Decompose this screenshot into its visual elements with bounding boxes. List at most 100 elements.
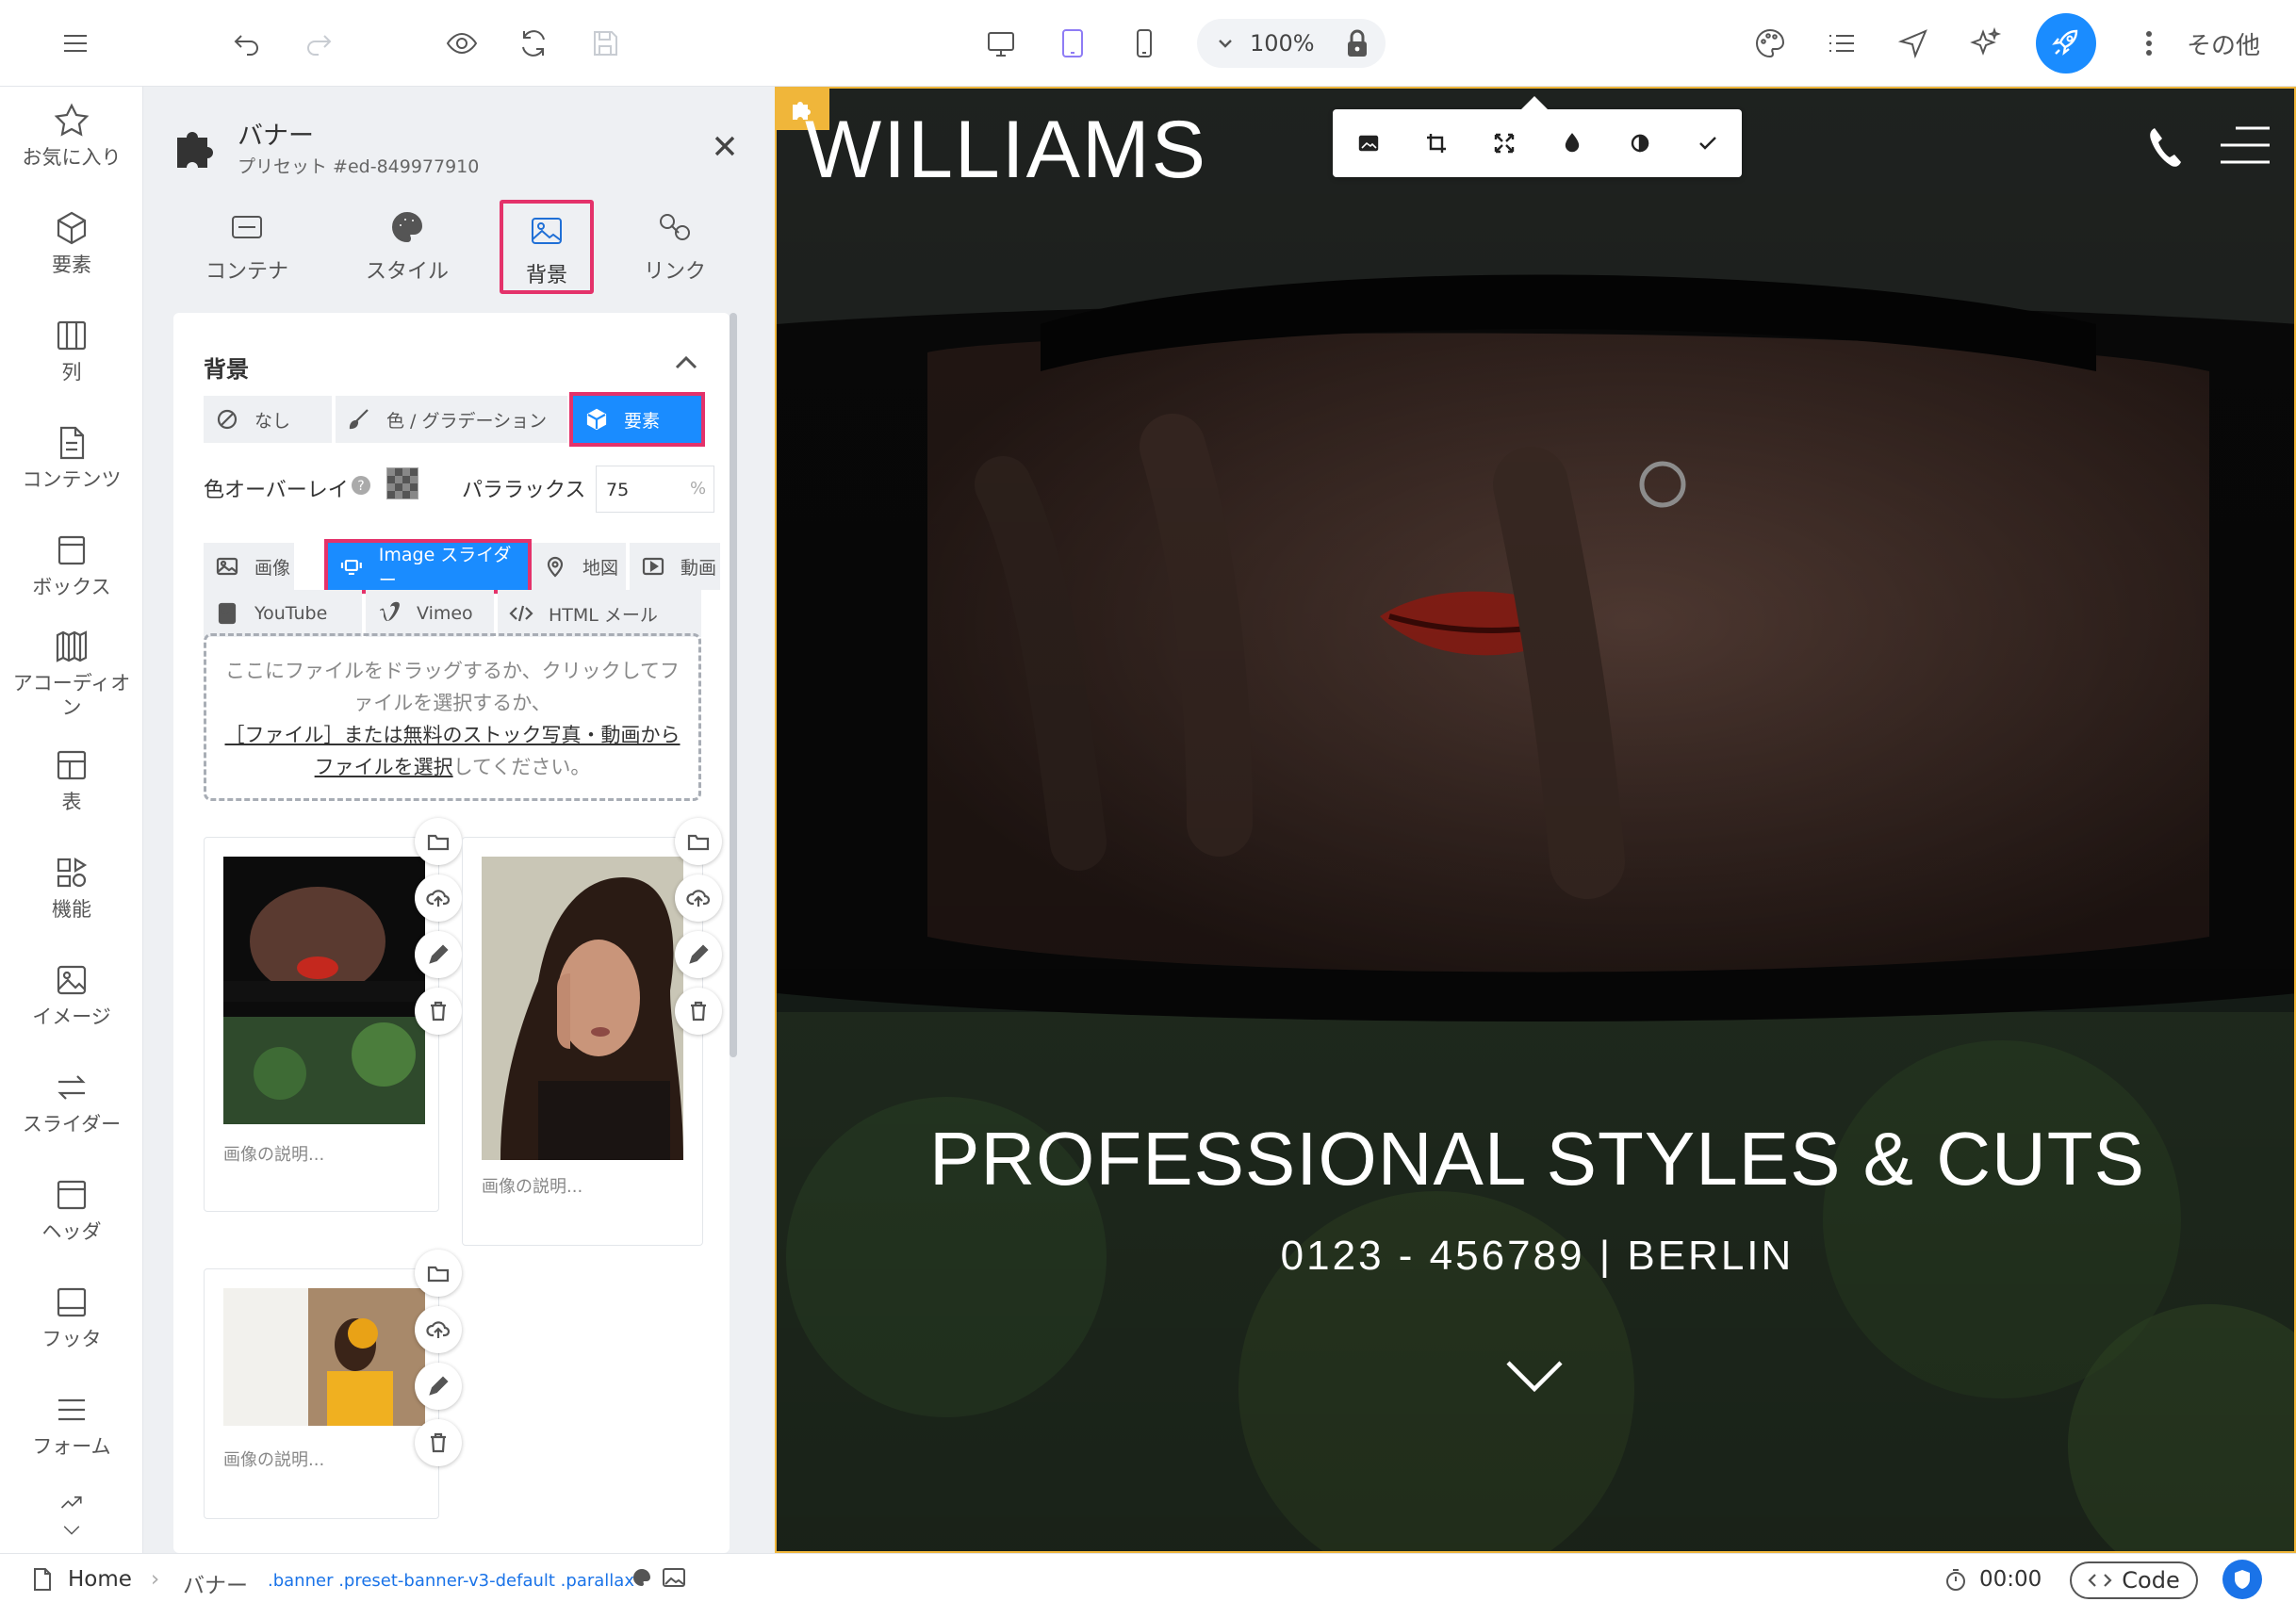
confirm-check-icon[interactable]	[1691, 126, 1725, 160]
slide-thumbnail[interactable]: 画像の説明...	[204, 837, 439, 1212]
element-type-html[interactable]: HTML メール	[498, 590, 701, 637]
slide-caption[interactable]: 画像の説明...	[223, 1447, 324, 1471]
bg-mode-none[interactable]: なし	[204, 396, 332, 443]
site-menu-icon[interactable]	[2217, 124, 2271, 168]
drop-blur-icon[interactable]	[1555, 126, 1589, 160]
rail-item-label: 要素	[52, 253, 91, 276]
rail-item-table[interactable]: 表	[0, 746, 143, 814]
overlay-color-swatch[interactable]	[386, 467, 418, 499]
columns-icon	[57, 320, 87, 351]
desktop-view-icon[interactable]	[976, 19, 1025, 68]
more-options-icon[interactable]	[2141, 26, 2157, 60]
rail-item-box[interactable]: ボックス	[0, 531, 143, 599]
section-title: 背景	[204, 356, 249, 383]
edit-pencil-icon[interactable]	[415, 931, 462, 978]
file-dropzone[interactable]: ここにファイルをドラッグするか、クリックしてファイルを選択するか、 ［ファイル］…	[204, 633, 701, 801]
redo-icon[interactable]	[294, 19, 343, 68]
trash-icon[interactable]	[415, 988, 462, 1035]
publish-rocket-button[interactable]	[2036, 13, 2096, 74]
rail-item-content[interactable]: コンテンツ	[0, 424, 143, 492]
tab-style[interactable]: スタイル	[351, 200, 464, 294]
navigator-icon[interactable]	[1889, 19, 1938, 68]
edit-pencil-icon[interactable]	[415, 1363, 462, 1410]
tab-link[interactable]: リンク	[618, 200, 731, 294]
undo-icon[interactable]	[222, 19, 271, 68]
tab-label: コンテナ	[205, 260, 288, 284]
hamburger-menu-icon[interactable]	[51, 19, 100, 68]
element-type-image[interactable]: 画像	[204, 543, 294, 590]
more-label[interactable]: その他	[2187, 26, 2260, 61]
structure-list-icon[interactable]	[1817, 19, 1866, 68]
rail-item-image[interactable]: イメージ	[0, 961, 143, 1029]
rail-scroll-more[interactable]	[0, 1491, 143, 1544]
rail-item-elements[interactable]: 要素	[0, 209, 143, 277]
hero-title[interactable]: PROFESSIONAL STYLES & CUTS	[777, 1116, 2294, 1202]
element-type-video[interactable]: 動画	[630, 543, 720, 590]
edit-pencil-icon[interactable]	[675, 931, 722, 978]
slide-image[interactable]	[223, 857, 425, 1124]
slide-caption[interactable]: 画像の説明...	[482, 1173, 582, 1198]
element-type-vimeo[interactable]: Vimeo	[366, 590, 494, 637]
slide-caption[interactable]: 画像の説明...	[223, 1141, 324, 1166]
lock-icon[interactable]	[1338, 25, 1376, 62]
palette-icon[interactable]	[631, 1567, 652, 1588]
breadcrumb-home[interactable]: Home	[68, 1567, 132, 1592]
tab-background[interactable]: 背景	[500, 200, 594, 294]
upload-icon[interactable]	[415, 1306, 462, 1353]
scroll-down-chevron-icon[interactable]	[1504, 1357, 1565, 1395]
rail-item-label: 列	[61, 361, 82, 384]
slide-thumbnail[interactable]: 画像の説明...	[462, 837, 703, 1246]
preview-canvas[interactable]: WILLIAMS PROFESSIONAL STYLES & CUTS 0123…	[775, 87, 2296, 1553]
tab-container[interactable]: コンテナ	[190, 200, 303, 294]
element-classes[interactable]: .banner .preset-banner-v3-default .paral…	[268, 1571, 634, 1591]
help-icon[interactable]: ?	[351, 475, 371, 496]
upload-icon[interactable]	[415, 875, 462, 922]
folder-icon[interactable]	[415, 818, 462, 865]
ai-sparkle-icon[interactable]	[1960, 19, 2009, 68]
breadcrumb-current[interactable]: バナー	[183, 1567, 248, 1599]
phone-icon[interactable]	[2145, 124, 2183, 170]
shield-icon[interactable]	[2222, 1560, 2262, 1599]
rail-item-label: ボックス	[32, 576, 111, 598]
chevron-up-icon[interactable]	[673, 352, 699, 371]
upload-icon[interactable]	[675, 875, 722, 922]
slide-image[interactable]	[223, 1288, 425, 1426]
hero-subtitle[interactable]: 0123 - 456789 | BERLIN	[777, 1233, 2294, 1280]
save-icon[interactable]	[581, 19, 630, 68]
replace-image-icon[interactable]	[1352, 126, 1386, 160]
fullscreen-icon[interactable]	[1487, 126, 1521, 160]
rail-item-slider[interactable]: スライダー	[0, 1069, 143, 1136]
preview-eye-icon[interactable]	[437, 19, 486, 68]
bg-mode-color[interactable]: 色 / グラデーション	[336, 396, 567, 443]
element-type-map[interactable]: 地図	[532, 543, 626, 590]
trash-icon[interactable]	[415, 1419, 462, 1466]
rail-item-header[interactable]: ヘッダ	[0, 1176, 143, 1244]
bg-mode-element[interactable]: 要素	[569, 392, 705, 447]
rail-item-features[interactable]: 機能	[0, 854, 143, 922]
tablet-view-icon[interactable]	[1048, 19, 1097, 68]
code-button[interactable]: Code	[2070, 1561, 2198, 1599]
slide-thumbnail[interactable]: 画像の説明...	[204, 1268, 439, 1519]
close-icon[interactable]	[711, 132, 739, 160]
panel-scrollbar[interactable]	[730, 313, 737, 1057]
folder-icon[interactable]	[415, 1250, 462, 1297]
folder-icon[interactable]	[675, 818, 722, 865]
slide-image[interactable]	[482, 857, 683, 1160]
contrast-icon[interactable]	[1623, 126, 1657, 160]
rail-item-accordion[interactable]: アコーディオン	[0, 628, 143, 720]
zoom-level: 100%	[1250, 30, 1315, 57]
refresh-icon[interactable]	[509, 19, 558, 68]
element-type-youtube[interactable]: You YouTube	[204, 590, 362, 637]
mobile-view-icon[interactable]	[1120, 19, 1169, 68]
trash-icon[interactable]	[675, 988, 722, 1035]
image-icon[interactable]	[662, 1567, 686, 1588]
box-icon	[57, 535, 86, 565]
element-type-image-slider[interactable]: Image スライダー	[324, 539, 532, 594]
rail-item-favorites[interactable]: お気に入り	[0, 102, 143, 170]
rail-item-columns[interactable]: 列	[0, 317, 143, 384]
site-logo[interactable]: WILLIAMS	[805, 104, 1207, 197]
rail-item-footer[interactable]: フッタ	[0, 1283, 143, 1351]
rail-item-form[interactable]: フォーム	[0, 1391, 143, 1459]
crop-icon[interactable]	[1419, 126, 1453, 160]
theme-palette-icon[interactable]	[1746, 19, 1795, 68]
